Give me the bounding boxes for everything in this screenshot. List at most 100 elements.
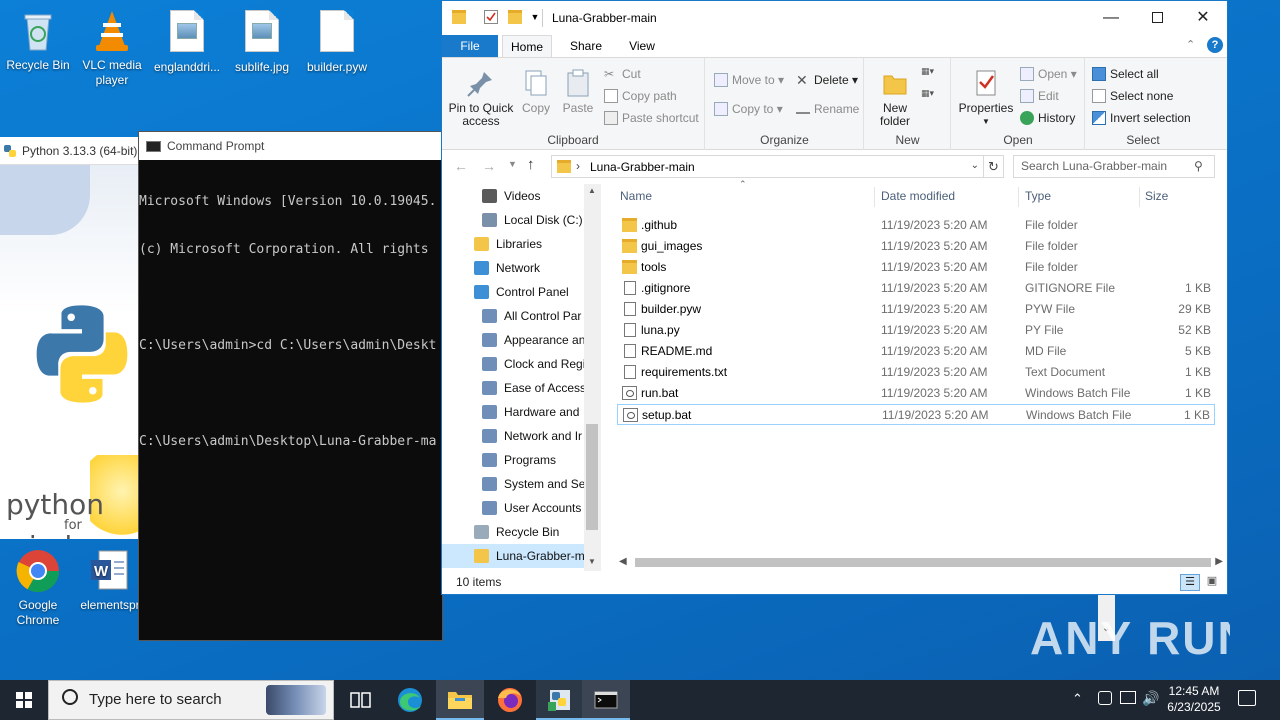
network-icon[interactable] [1120, 691, 1136, 704]
nav-item[interactable]: Programs [442, 448, 584, 472]
desktop-icon-elementspr[interactable]: W elementspr [72, 548, 148, 613]
network-status-icon[interactable] [1098, 691, 1112, 705]
recent-locations-icon[interactable]: ▼ [508, 159, 517, 169]
start-button[interactable] [0, 680, 48, 720]
paste-shortcut-button[interactable]: Paste shortcut [602, 109, 699, 127]
new-folder-quick-icon[interactable] [508, 10, 522, 24]
file-row[interactable]: .github 11/19/2023 5:20 AM File folder [617, 215, 1215, 236]
properties-quick-icon[interactable] [484, 10, 498, 24]
up-button[interactable]: ↑ [527, 156, 535, 173]
new-folder-button[interactable]: New folder [869, 68, 921, 128]
properties-button[interactable]: Properties ▼ [956, 68, 1016, 128]
copy-path-button[interactable]: Copy path [602, 87, 677, 105]
desktop-icon-recycle-bin[interactable]: Recycle Bin [0, 8, 76, 73]
notifications-icon[interactable] [1238, 690, 1256, 706]
refresh-button[interactable]: ↻ [984, 155, 1004, 178]
copy-button[interactable]: Copy [518, 68, 554, 115]
file-row[interactable]: setup.bat 11/19/2023 5:20 AM Windows Batch… [617, 404, 1215, 425]
nav-item[interactable]: Recycle Bin [442, 520, 584, 544]
select-none-button[interactable]: Select none [1090, 87, 1173, 105]
pin-to-quick-access-button[interactable]: Pin to Quick access [446, 68, 516, 128]
desktop-icon-sublife[interactable]: sublife.jpg [224, 8, 300, 75]
nav-item[interactable]: Luna-Grabber-m [442, 544, 585, 568]
explorer-titlebar[interactable]: ▼ Luna-Grabber-main — ✕ [442, 1, 1227, 35]
file-explorer-icon[interactable] [436, 680, 484, 720]
nav-item[interactable]: Network [442, 256, 584, 280]
address-bar[interactable]: › Luna-Grabber-main ⌄ [551, 155, 984, 178]
column-size[interactable]: Size [1145, 184, 1168, 209]
nav-item[interactable]: Control Panel [442, 280, 584, 304]
python-installer-window[interactable]: Python 3.13.3 (64-bit) python for window… [0, 137, 140, 539]
nav-item[interactable]: Network and Ir [442, 424, 584, 448]
nav-item[interactable]: Local Disk (C:) [442, 208, 584, 232]
cmd-output[interactable]: Microsoft Windows [Version 10.0.19045. (… [139, 160, 442, 482]
file-explorer-window[interactable]: ▼ Luna-Grabber-main — ✕ File Home Share … [441, 0, 1228, 595]
file-row[interactable]: builder.pyw 11/19/2023 5:20 AM PYW File 29 … [617, 299, 1215, 320]
cut-button[interactable]: ✂ Cut [602, 65, 641, 83]
tab-home[interactable]: Home [502, 35, 552, 57]
edit-button[interactable]: Edit [1018, 87, 1059, 105]
cmd-window[interactable]: Command Prompt Microsoft Windows [Versio… [138, 131, 443, 641]
minimize-button[interactable]: — [1088, 1, 1134, 35]
clock[interactable]: 12:45 AM 6/23/2025 [1162, 683, 1226, 715]
help-icon[interactable]: ? [1207, 37, 1223, 53]
details-view-button[interactable]: ☰ [1180, 574, 1200, 591]
edge-icon[interactable] [386, 680, 434, 720]
select-all-button[interactable]: Select all [1090, 65, 1159, 83]
nav-item[interactable]: User Accounts [442, 496, 584, 520]
nav-item[interactable]: Hardware and [442, 400, 584, 424]
desktop-icon-builder[interactable]: builder.pyw [299, 8, 375, 75]
nav-item[interactable]: All Control Par [442, 304, 584, 328]
nav-item[interactable]: Appearance an [442, 328, 585, 352]
nav-item[interactable]: Clock and Regi [442, 352, 585, 376]
back-button[interactable]: ← [454, 158, 468, 174]
customize-quick-access-icon[interactable]: ▼ [528, 10, 542, 24]
firefox-icon[interactable] [486, 680, 534, 720]
new-item-icon[interactable]: ▦▾ [921, 66, 943, 80]
open-button[interactable]: Open ▾ [1018, 65, 1077, 83]
search-input[interactable]: Search Luna-Grabber-main [1013, 155, 1215, 178]
file-row[interactable]: requirements.txt 11/19/2023 5:20 AM Text D… [617, 362, 1215, 383]
file-row[interactable]: README.md 11/19/2023 5:20 AM MD File 5 KB [617, 341, 1215, 362]
move-to-button[interactable]: Move to ▾ [712, 71, 784, 89]
delete-button[interactable]: ✕ Delete ▾ [794, 71, 858, 89]
easy-access-icon[interactable]: ▦▾ [921, 88, 943, 102]
python-installer-icon[interactable] [536, 680, 584, 720]
column-type[interactable]: Type [1025, 184, 1051, 209]
nav-item[interactable]: Videos [442, 184, 584, 208]
file-row[interactable]: run.bat 11/19/2023 5:20 AM Windows Batch F… [617, 383, 1215, 404]
close-button[interactable]: ✕ [1180, 1, 1226, 35]
history-button[interactable]: History [1018, 109, 1075, 127]
copy-to-button[interactable]: Copy to ▾ [712, 100, 783, 118]
tab-view[interactable]: View [618, 35, 666, 57]
cmd-titlebar[interactable]: Command Prompt [139, 132, 442, 160]
file-row[interactable]: .gitignore 11/19/2023 5:20 AM GITIGNORE Fi… [617, 278, 1215, 299]
show-hidden-icons-icon[interactable]: ⌃ [1072, 691, 1083, 707]
horizontal-scrollbar[interactable]: ◀ ▶ [617, 554, 1225, 571]
python-window-titlebar[interactable]: Python 3.13.3 (64-bit) [0, 137, 139, 165]
desktop-icon-englanddri[interactable]: englanddri... [149, 8, 225, 75]
tab-share[interactable]: Share [562, 35, 610, 57]
nav-item[interactable]: Ease of Access [442, 376, 586, 400]
maximize-button[interactable] [1134, 1, 1180, 35]
invert-selection-button[interactable]: Invert selection [1090, 109, 1191, 127]
column-date-modified[interactable]: Date modified [881, 184, 955, 209]
nav-item[interactable]: System and Sec [442, 472, 591, 496]
tab-file[interactable]: File [442, 35, 498, 57]
task-view-icon[interactable] [336, 680, 384, 720]
navigation-pane[interactable]: Videos Local Disk (C:) Libraries Network Con… [442, 184, 602, 571]
nav-scrollbar-thumb[interactable] [586, 424, 598, 530]
cmd-icon[interactable] [582, 680, 630, 720]
address-dropdown-icon[interactable]: ⌄ [971, 160, 979, 171]
file-row[interactable]: gui_images 11/19/2023 5:20 AM File folder [617, 236, 1215, 257]
volume-icon[interactable]: 🔊 [1142, 690, 1159, 707]
desktop-icon-chrome[interactable]: Google Chrome [0, 548, 76, 628]
nav-item[interactable]: Libraries [442, 232, 584, 256]
file-row[interactable]: tools 11/19/2023 5:20 AM File folder [617, 257, 1215, 278]
ribbon-collapse-icon[interactable]: ⌃ [1186, 38, 1195, 51]
paste-button[interactable]: Paste [558, 68, 598, 115]
column-name[interactable]: Name [620, 184, 652, 209]
large-icons-view-button[interactable]: ▣ [1202, 574, 1222, 591]
forward-button[interactable]: → [482, 158, 496, 174]
desktop-icon-vlc[interactable]: VLC media player [74, 8, 150, 88]
